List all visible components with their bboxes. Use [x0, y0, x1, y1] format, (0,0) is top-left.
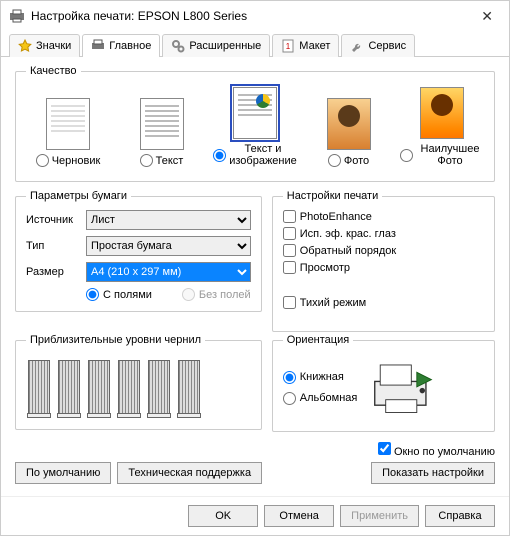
tab-layout-label: Макет: [299, 40, 330, 52]
orientation-legend: Ориентация: [283, 334, 353, 346]
tabs: Значки Главное Расширенные 1 Макет Серви…: [1, 31, 509, 57]
radio-draft[interactable]: [36, 154, 49, 167]
size-select[interactable]: A4 (210 x 297 мм): [86, 262, 251, 282]
apply-button: Применить: [340, 505, 419, 527]
quality-option-photo[interactable]: Фото: [307, 98, 391, 167]
chk-photoenhance[interactable]: PhotoEnhance: [283, 210, 484, 223]
source-select[interactable]: Лист: [86, 210, 251, 230]
window-title: Настройка печати: EPSON L800 Series: [31, 9, 473, 23]
radio-best-photo[interactable]: [400, 149, 413, 162]
layout-icon: 1: [281, 39, 295, 53]
star-icon: [18, 39, 32, 53]
ink-cartridge-icon: [178, 360, 200, 416]
radio-photo[interactable]: [328, 154, 341, 167]
ok-button[interactable]: OK: [188, 505, 258, 527]
quality-option-text-image[interactable]: Текст и изображение: [213, 87, 297, 167]
tab-advanced-label: Расширенные: [189, 40, 261, 52]
print-settings-legend: Настройки печати: [283, 190, 383, 202]
tab-advanced[interactable]: Расширенные: [162, 34, 270, 57]
source-label: Источник: [26, 214, 80, 226]
dialog-buttons: OK Отмена Применить Справка: [1, 496, 509, 535]
tab-content: Качество Черновик Текст Текст и изображе…: [1, 57, 509, 492]
chk-preview[interactable]: Просмотр: [283, 261, 484, 274]
print-settings-window: Настройка печати: EPSON L800 Series ✕ Зн…: [0, 0, 510, 536]
printer-illustration-icon: [367, 354, 441, 421]
printer-icon: [9, 9, 25, 23]
quality-option-draft[interactable]: Черновик: [26, 98, 110, 167]
size-label: Размер: [26, 266, 80, 278]
thumb-textimage-icon: [233, 87, 277, 139]
ink-cartridge-icon: [28, 360, 50, 416]
ink-cartridge-icon: [148, 360, 170, 416]
type-select[interactable]: Простая бумага: [86, 236, 251, 256]
chk-redeye[interactable]: Исп. эф. крас. глаз: [283, 227, 484, 240]
svg-text:1: 1: [286, 42, 291, 51]
tab-layout[interactable]: 1 Макет: [272, 34, 339, 57]
wrench-icon: [350, 39, 364, 53]
ink-cartridge-icon: [58, 360, 80, 416]
support-button[interactable]: Техническая поддержка: [117, 462, 262, 484]
radio-with-margins[interactable]: С полями: [86, 288, 152, 301]
show-settings-button[interactable]: Показать настройки: [371, 462, 495, 484]
print-settings-group: Настройки печати PhotoEnhance Исп. эф. к…: [272, 190, 495, 332]
gears-icon: [171, 39, 185, 53]
ink-group: Приблизительные уровни чернил: [15, 334, 262, 430]
quality-option-text[interactable]: Текст: [120, 98, 204, 167]
quality-group: Качество Черновик Текст Текст и изображе…: [15, 65, 495, 182]
radio-text[interactable]: [140, 154, 153, 167]
tab-icons-label: Значки: [36, 40, 71, 52]
ink-cartridge-icon: [88, 360, 110, 416]
radio-text-image[interactable]: [213, 149, 226, 162]
chk-quiet[interactable]: Тихий режим: [283, 296, 484, 309]
titlebar: Настройка печати: EPSON L800 Series ✕: [1, 1, 509, 31]
default-button[interactable]: По умолчанию: [15, 462, 111, 484]
chk-default-window[interactable]: Окно по умолчанию: [378, 442, 495, 458]
thumb-photo-icon: [327, 98, 371, 150]
help-button[interactable]: Справка: [425, 505, 495, 527]
radio-borderless: Без полей: [182, 288, 251, 301]
ink-legend: Приблизительные уровни чернил: [26, 334, 205, 346]
type-label: Тип: [26, 240, 80, 252]
close-button[interactable]: ✕: [473, 8, 501, 25]
paper-group: Параметры бумаги Источник Лист Тип Прост…: [15, 190, 262, 312]
tab-main[interactable]: Главное: [82, 34, 160, 57]
quality-option-best-photo[interactable]: Наилучшее Фото: [400, 87, 484, 167]
inner-footer: По умолчанию Техническая поддержка Показ…: [15, 462, 495, 484]
thumb-text-icon: [140, 98, 184, 150]
paper-legend: Параметры бумаги: [26, 190, 131, 202]
thumb-bestphoto-icon: [420, 87, 464, 139]
tab-main-label: Главное: [109, 40, 151, 52]
printer-icon: [91, 39, 105, 53]
radio-landscape[interactable]: Альбомная: [283, 392, 358, 405]
thumb-draft-icon: [46, 98, 90, 150]
tab-service-label: Сервис: [368, 40, 406, 52]
tab-icons[interactable]: Значки: [9, 34, 80, 57]
orientation-group: Ориентация Книжная Альбомная: [272, 334, 495, 432]
radio-portrait[interactable]: Книжная: [283, 371, 358, 384]
ink-levels: [26, 354, 251, 418]
ink-cartridge-icon: [118, 360, 140, 416]
quality-legend: Качество: [26, 65, 81, 77]
chk-reverse[interactable]: Обратный порядок: [283, 244, 484, 257]
tab-service[interactable]: Сервис: [341, 34, 415, 57]
cancel-button[interactable]: Отмена: [264, 505, 334, 527]
